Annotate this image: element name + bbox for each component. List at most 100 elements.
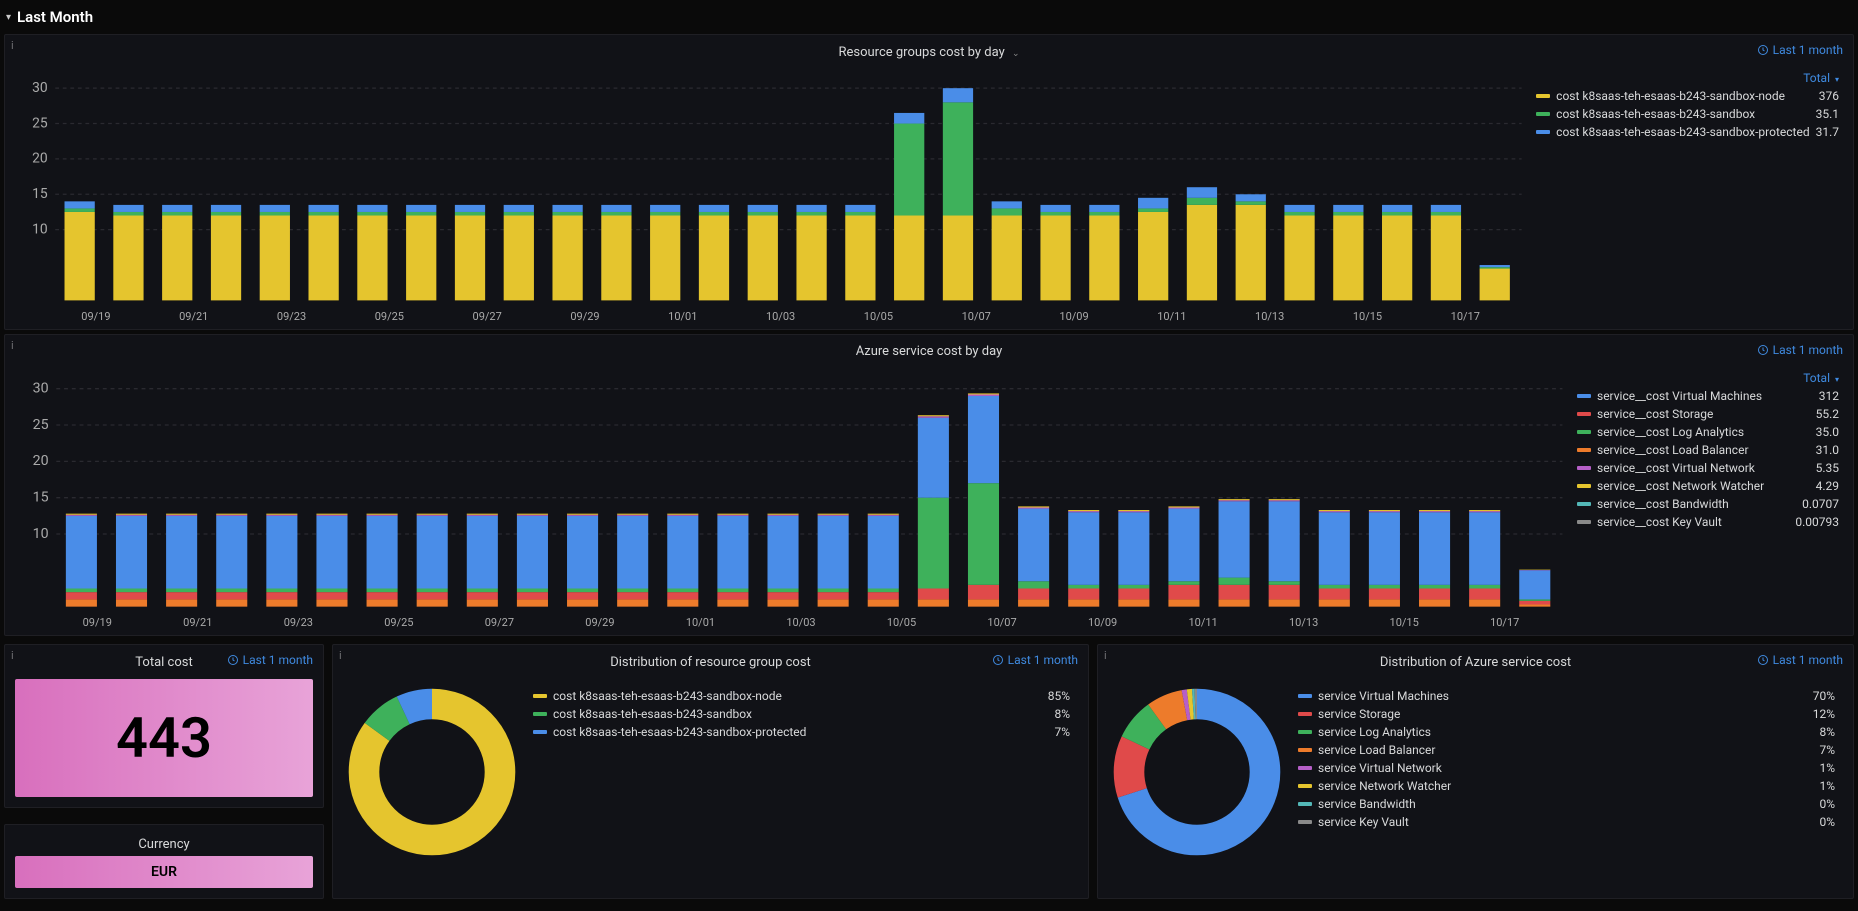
legend-item[interactable]: service__cost Virtual Machines312 xyxy=(1573,387,1843,405)
legend-label: cost k8saas-teh-esaas-b243-sandbox xyxy=(553,707,1048,721)
legend-value: 0.00793 xyxy=(1795,515,1839,529)
time-range-badge[interactable]: Last 1 month xyxy=(1757,653,1843,667)
donut-chart[interactable] xyxy=(347,687,517,857)
legend-value: 55.2 xyxy=(1816,407,1839,421)
legend-swatch xyxy=(533,712,547,716)
x-axis-labels: 09/1909/2109/2309/2509/2709/2910/0110/03… xyxy=(15,614,1565,629)
x-tick-label: 10/07 xyxy=(927,310,1025,323)
time-range-badge[interactable]: Last 1 month xyxy=(227,653,313,667)
info-icon[interactable]: i xyxy=(11,649,14,662)
time-range-badge[interactable]: Last 1 month xyxy=(1757,43,1843,57)
legend-label: service__cost Storage xyxy=(1597,407,1810,421)
legend-label: service__cost Network Watcher xyxy=(1597,479,1810,493)
info-icon[interactable]: i xyxy=(11,39,14,52)
legend-label: service__cost Log Analytics xyxy=(1597,425,1810,439)
x-tick-label: 09/21 xyxy=(148,616,249,629)
legend-item[interactable]: service__cost Virtual Network5.35 xyxy=(1573,459,1843,477)
legend-value: 70% xyxy=(1813,689,1835,703)
legend-item[interactable]: service__cost Bandwidth0.0707 xyxy=(1573,495,1843,513)
legend-label: cost k8saas-teh-esaas-b243-sandbox-node xyxy=(553,689,1042,703)
x-tick-label: 09/27 xyxy=(449,616,550,629)
time-range-badge[interactable]: Last 1 month xyxy=(992,653,1078,667)
legend-header[interactable]: Total ▾ xyxy=(1573,369,1843,387)
legend-swatch xyxy=(1577,466,1591,470)
legend-list: cost k8saas-teh-esaas-b243-sandbox-node 8… xyxy=(529,687,1074,741)
legend-value: 376 xyxy=(1819,89,1839,103)
panel-azure-service-cost: i Azure service cost by day Last 1 month… xyxy=(4,334,1854,636)
legend-value: 312 xyxy=(1819,389,1839,403)
panel-title-text: Azure service cost by day xyxy=(856,344,1003,359)
chevron-down-icon: ▾ xyxy=(6,12,11,23)
x-tick-label: 09/19 xyxy=(47,616,148,629)
legend-list: service__cost Virtual Machines312service… xyxy=(1573,387,1843,531)
chevron-down-icon: ▾ xyxy=(1835,375,1839,384)
legend-item[interactable]: service__cost Storage 55.2 xyxy=(1573,405,1843,423)
legend-item[interactable]: service__cost Network Watcher 4.29 xyxy=(1573,477,1843,495)
panel-resource-groups-cost: i Resource groups cost by day ⌄ Last 1 m… xyxy=(4,34,1854,330)
panel-distribution-resource-group: i Distribution of resource group cost La… xyxy=(332,644,1089,899)
time-range-text: Last 1 month xyxy=(1773,343,1843,357)
legend-swatch xyxy=(533,694,547,698)
legend-item[interactable]: cost k8saas-teh-esaas-b243-sandbox-prote… xyxy=(529,723,1074,741)
x-tick-label: 10/17 xyxy=(1454,616,1555,629)
legend-item[interactable]: service Network Watcher1% xyxy=(1294,777,1839,795)
legend-header-text: Total xyxy=(1803,71,1830,85)
legend-swatch xyxy=(1298,712,1312,716)
legend-swatch xyxy=(1577,502,1591,506)
x-tick-label: 09/25 xyxy=(340,310,438,323)
legend-item[interactable]: service Log Analytics8% xyxy=(1294,723,1839,741)
legend-item[interactable]: service Virtual Network1% xyxy=(1294,759,1839,777)
legend-value: 8% xyxy=(1054,707,1070,721)
currency-value: EUR xyxy=(15,856,313,888)
legend-item[interactable]: service Storage12% xyxy=(1294,705,1839,723)
legend-swatch xyxy=(1298,748,1312,752)
legend-item[interactable]: cost k8saas-teh-esaas-b243-sandbox-node8… xyxy=(529,687,1074,705)
legend-value: 0% xyxy=(1819,815,1835,829)
legend-swatch xyxy=(1298,766,1312,770)
legend-item[interactable]: service Key Vault0% xyxy=(1294,813,1839,831)
x-tick-label: 10/15 xyxy=(1354,616,1455,629)
legend-value: 7% xyxy=(1819,743,1835,757)
legend-item[interactable]: cost k8saas-teh-esaas-b243-sandbox-prote… xyxy=(1532,123,1843,141)
legend-label: service Load Balancer xyxy=(1318,743,1813,757)
legend-label: cost k8saas-teh-esaas-b243-sandbox xyxy=(1556,107,1809,121)
svg-text:30: 30 xyxy=(33,381,49,397)
legend-value: 31.7 xyxy=(1816,125,1839,139)
legend-label: service__cost Virtual Network xyxy=(1597,461,1810,475)
legend-label: service__cost Bandwidth xyxy=(1597,497,1796,511)
bar-chart[interactable]: 1015202530 xyxy=(15,69,1524,308)
info-icon[interactable]: i xyxy=(1104,649,1107,662)
donut-chart[interactable] xyxy=(1112,687,1282,857)
x-tick-label: 10/01 xyxy=(634,310,732,323)
bar-chart[interactable]: 1015202530 xyxy=(15,369,1565,614)
legend-item[interactable]: cost k8saas-teh-esaas-b243-sandbox-node3… xyxy=(1532,87,1843,105)
legend-swatch xyxy=(1298,820,1312,824)
legend-swatch xyxy=(1298,784,1312,788)
legend-item[interactable]: service Load Balancer 7% xyxy=(1294,741,1839,759)
x-tick-label: 10/03 xyxy=(732,310,830,323)
panel-title[interactable]: Resource groups cost by day ⌄ xyxy=(838,45,1019,60)
x-tick-label: 09/19 xyxy=(47,310,145,323)
svg-text:10: 10 xyxy=(33,526,49,542)
info-icon[interactable]: i xyxy=(339,649,342,662)
time-range-badge[interactable]: Last 1 month xyxy=(1757,343,1843,357)
legend-header[interactable]: Total ▾ xyxy=(1532,69,1843,87)
legend-value: 4.29 xyxy=(1816,479,1839,493)
legend-item[interactable]: service Virtual Machines70% xyxy=(1294,687,1839,705)
legend-item[interactable]: service Bandwidth0% xyxy=(1294,795,1839,813)
panel-title[interactable]: Azure service cost by day xyxy=(856,344,1003,359)
legend-item[interactable]: cost k8saas-teh-esaas-b243-sandbox 8% xyxy=(529,705,1074,723)
legend-item[interactable]: cost k8saas-teh-esaas-b243-sandbox35.1 xyxy=(1532,105,1843,123)
row-header-last-month[interactable]: ▾ Last Month xyxy=(4,4,1854,30)
info-icon[interactable]: i xyxy=(11,339,14,352)
legend-list: cost k8saas-teh-esaas-b243-sandbox-node3… xyxy=(1532,87,1843,141)
svg-text:30: 30 xyxy=(32,80,48,96)
panel-distribution-azure-service: i Distribution of Azure service cost Las… xyxy=(1097,644,1854,899)
legend-item[interactable]: service__cost Load Balancer31.0 xyxy=(1573,441,1843,459)
legend-item[interactable]: service__cost Key Vault0.00793 xyxy=(1573,513,1843,531)
legend-item[interactable]: service__cost Log Analytics35.0 xyxy=(1573,423,1843,441)
svg-text:20: 20 xyxy=(33,453,49,469)
legend-swatch xyxy=(1536,112,1550,116)
legend-list: service Virtual Machines70%service Stora… xyxy=(1294,687,1839,831)
svg-text:25: 25 xyxy=(32,115,48,131)
